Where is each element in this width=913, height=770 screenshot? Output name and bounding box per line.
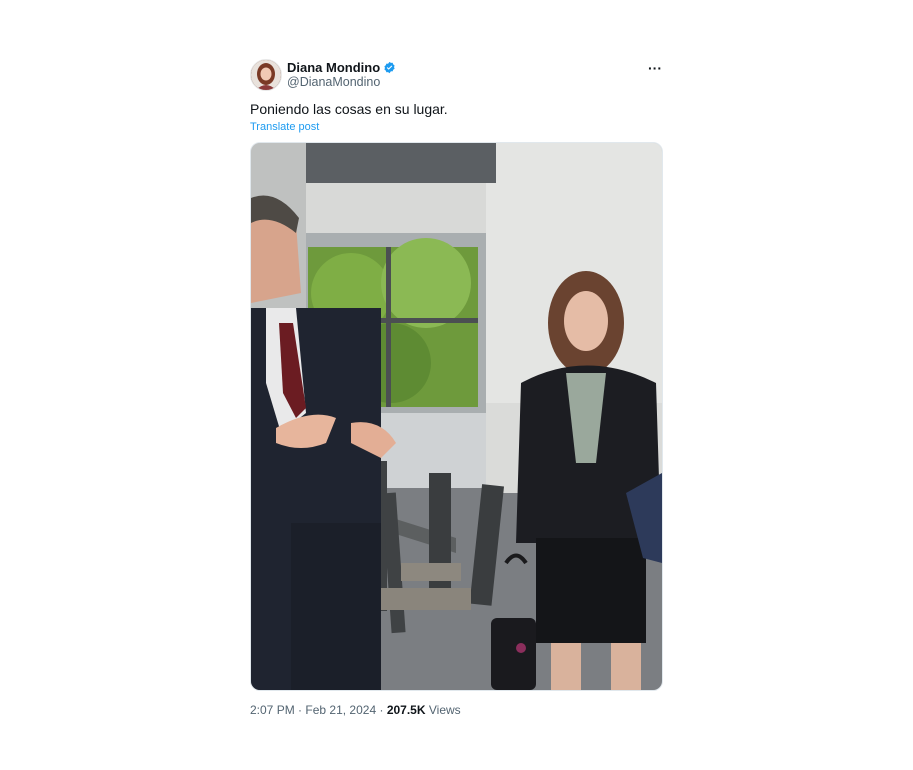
avatar[interactable] [250,59,282,91]
tweet-text: Poniendo las cosas en su lugar. [250,101,448,117]
tweet-meta: 2:07 PM · Feb 21, 2024 · 207.5K Views [250,703,662,717]
meta-separator: · [379,703,384,717]
author-handle[interactable]: @DianaMondino [287,75,396,90]
post-date[interactable]: Feb 21, 2024 [305,703,376,717]
tweet-photo[interactable] [250,142,663,691]
photo-image [251,143,662,690]
post-time[interactable]: 2:07 PM [250,703,295,717]
author-block: Diana Mondino @DianaMondino [287,60,396,90]
author-name[interactable]: Diana Mondino [287,60,380,75]
translate-post-link[interactable]: Translate post [250,121,662,133]
views-label: Views [428,703,461,717]
views-count: 207.5K [386,703,426,717]
tweet: Diana Mondino @DianaMondino ··· Poniendo… [250,58,663,717]
more-options-icon[interactable]: ··· [648,60,662,76]
meta-separator: · [298,703,303,717]
verified-badge-icon [384,61,395,74]
tweet-header: Diana Mondino @DianaMondino ··· [250,58,662,92]
